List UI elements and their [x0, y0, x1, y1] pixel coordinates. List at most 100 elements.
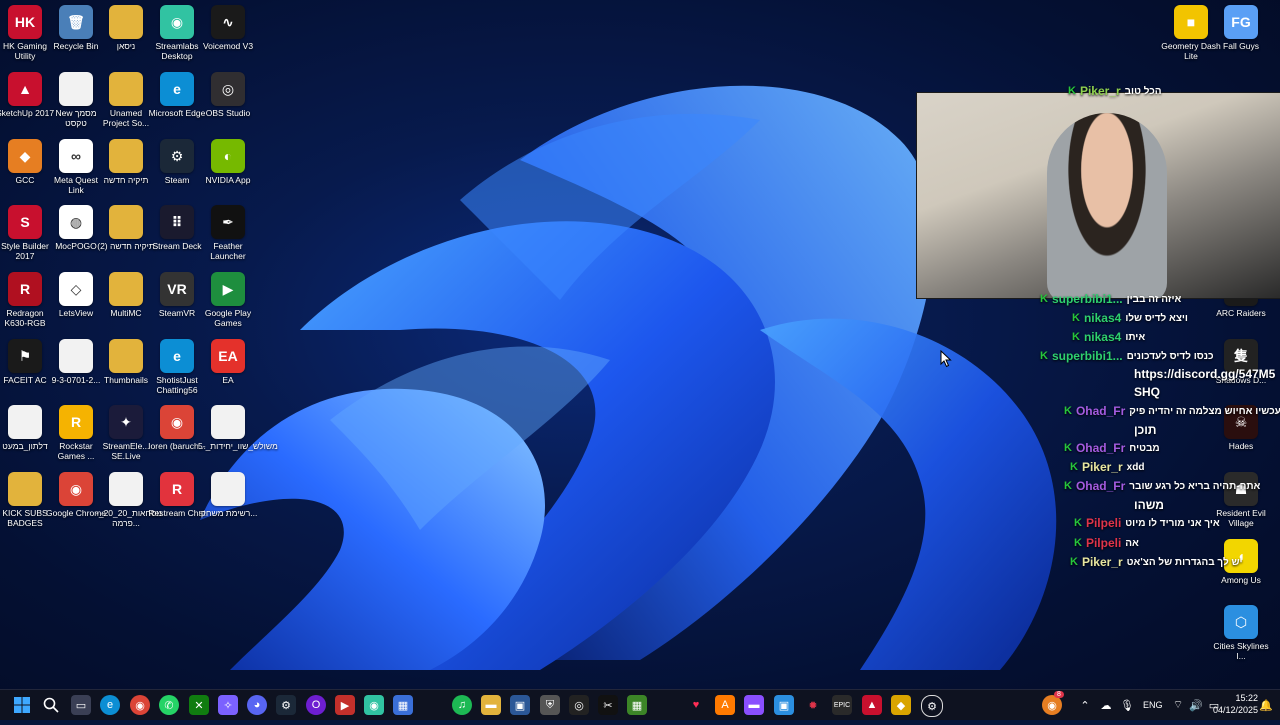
chat-username: superbibi1... — [1051, 292, 1123, 306]
desktop-icon[interactable]: ◉ Google Chrome — [46, 472, 106, 538]
desktop-icon[interactable]: ניסאן — [101, 5, 151, 71]
desktop-icon[interactable]: ✦ StreamEle... SE.Live — [101, 405, 151, 471]
desktop-icon[interactable]: ∿ Voicemod V3 — [203, 5, 253, 71]
sketchup-taskbar-icon[interactable]: ▲ — [862, 695, 882, 715]
desktop-icon[interactable]: ◖ Among Us — [1216, 539, 1266, 605]
copilot-icon[interactable]: ✧ — [218, 695, 238, 715]
chat-text: מבטיח — [1129, 442, 1160, 454]
desktop-icon[interactable]: Thumbnails — [101, 339, 151, 405]
desktop-icon[interactable]: נוסחאות_20_20_-פרמה... — [96, 472, 162, 538]
chevron-up-icon[interactable]: ⌃ — [1075, 695, 1095, 715]
desktop-icon[interactable]: ◇ LetsView — [51, 272, 101, 338]
desktop-icon[interactable]: ◆ GCC — [0, 139, 50, 205]
desktop-icon[interactable]: R Restream Chat — [148, 472, 206, 538]
notification-bell-icon[interactable]: 🔔 — [1256, 695, 1276, 715]
desktop-icon[interactable]: ◍ MocPOGO — [51, 205, 101, 271]
desktop-icon[interactable]: ▲ SketchUp 2017 — [0, 72, 54, 138]
streamlabs-taskbar-icon[interactable]: ◉ — [364, 695, 384, 715]
spotify-icon[interactable]: ♫ — [452, 695, 472, 715]
desktop-icon[interactable]: תיקיה חדשה — [101, 139, 151, 205]
desktop-icon[interactable]: KICK SUBS BADGES — [0, 472, 50, 538]
webcam-overlay — [916, 92, 1280, 299]
red-app-icon[interactable]: ✹ — [803, 695, 823, 715]
desktop-icon[interactable]: New מסמך טקסט — [51, 72, 101, 138]
search-icon[interactable] — [41, 695, 61, 715]
obs-taskbar-icon[interactable]: ◎ — [569, 695, 589, 715]
capcut-icon[interactable]: ✂ — [598, 695, 618, 715]
clock[interactable]: 15:22 04/12/2025 — [1213, 692, 1258, 716]
desktop-icon[interactable]: VR SteamVR — [152, 272, 202, 338]
desktop-icon[interactable]: e Microsoft Edge — [149, 72, 205, 138]
start-button[interactable] — [12, 695, 32, 715]
desktop-icon[interactable]: S Style Builder 2017 — [0, 205, 50, 271]
desktop-icon[interactable]: R Rockstar Games ... — [51, 405, 101, 471]
desktop-icon[interactable]: דלתון_במעט — [0, 405, 50, 471]
xbox-icon[interactable]: ✕ — [189, 695, 209, 715]
chrome-taskbar-icon[interactable]: ◉ — [130, 695, 150, 715]
desktop-icon[interactable]: ◐ NVIDIA App — [203, 139, 253, 205]
sketchup-icon: ▲ — [8, 72, 42, 106]
desktop-icon[interactable]: MultiMC — [101, 272, 151, 338]
desktop-icon[interactable]: 🗑 Recycle Bin — [51, 5, 101, 71]
app-window-icon[interactable]: ▣ — [510, 695, 530, 715]
desktop-icon[interactable]: משולש_שוו_יחידות_-5 — [198, 405, 278, 471]
desktop-icon[interactable]: ∞ Meta Quest Link — [51, 139, 101, 205]
steam-taskbar-icon[interactable]: ⚙ — [276, 695, 296, 715]
onedrive-icon[interactable]: ☁ — [1096, 695, 1116, 715]
steamvr-icon: VR — [160, 272, 194, 306]
desktop-icon[interactable]: ◉ Ioren (baruch... — [148, 405, 206, 471]
desktop-icon[interactable]: ⬡ Cities Skylines I... — [1213, 605, 1269, 671]
desktop-icon[interactable]: EA EA — [203, 339, 253, 405]
discord-icon[interactable]: ◕ — [247, 695, 267, 715]
epic-games-icon[interactable]: EPIC — [832, 695, 852, 715]
volume-icon[interactable]: 🔊 — [1186, 695, 1206, 715]
shield-app-icon[interactable]: ⛨ — [540, 695, 560, 715]
desktop-icon-label: משולש_שוו_יחידות_-5 — [198, 441, 278, 451]
taskbar: ▭ e ◉ ✆ ✕ ✧ ◕ ⚙ O ▶ ◉ ▦ ♫ ▬ ▣ ⛨ ◎ ✂ ▦ ♥ … — [0, 689, 1280, 720]
chrome-icon: ◉ — [160, 405, 194, 439]
desktop-icon[interactable]: ⚙ Steam — [152, 139, 202, 205]
purple-app-icon[interactable]: ▬ — [744, 695, 764, 715]
desktop-icon[interactable]: תיקיה חדשה (2) — [97, 205, 155, 271]
chat-text: כנסו לדיס לעדכונים — [1126, 350, 1214, 362]
task-view-icon[interactable]: ▭ — [71, 695, 91, 715]
desktop-icon[interactable]: e ShotistJust Chatting56 — [152, 339, 202, 405]
desktop-icon[interactable]: רשימת משחקי... — [199, 472, 257, 538]
desktop-icon[interactable]: ◎ OBS Studio — [203, 72, 253, 138]
microphone-icon[interactable]: 🎙 — [1117, 695, 1137, 715]
tray-app-icon[interactable]: ◉ — [1042, 695, 1062, 715]
wifi-icon[interactable]: ⌔ — [1168, 695, 1188, 715]
gold-app-icon[interactable]: ◆ — [891, 695, 911, 715]
folder-icon — [109, 5, 143, 39]
clock-date: 04/12/2025 — [1212, 705, 1258, 715]
desktop-icon[interactable]: Unamed Project So... — [101, 72, 151, 138]
chat-message: SHQ — [1134, 385, 1160, 399]
desktop-icon[interactable]: HK HK Gaming Utility — [0, 5, 50, 71]
settings-taskbar-icon[interactable]: ⚙ — [921, 695, 943, 717]
language-indicator[interactable]: ENG — [1143, 700, 1163, 710]
edge-taskbar-icon[interactable]: e — [100, 695, 120, 715]
desktop-icon[interactable]: ◉ Streamlabs Desktop — [152, 5, 202, 71]
chrome-icon: ◉ — [59, 472, 93, 506]
video-player-icon[interactable]: ▶ — [335, 695, 355, 715]
blue-window-icon[interactable]: ▣ — [774, 695, 794, 715]
cities-icon: ⬡ — [1224, 605, 1258, 639]
desktop-icon[interactable]: ⚑ FACEIT AC — [0, 339, 50, 405]
chat-message: K Ohad_Fr מבטיח — [1064, 441, 1160, 455]
file-explorer-icon[interactable]: ▬ — [481, 695, 501, 715]
store-icon[interactable]: ▦ — [393, 695, 413, 715]
meta-icon: ∞ — [59, 139, 93, 173]
desktop-icon[interactable]: 9-3-0701-2... — [51, 339, 101, 405]
minecraft-icon[interactable]: ▦ — [627, 695, 647, 715]
heart-app-icon[interactable]: ♥ — [686, 695, 706, 715]
opera-gx-icon[interactable]: O — [306, 695, 326, 715]
whatsapp-icon[interactable]: ✆ — [159, 695, 179, 715]
desktop-icon[interactable]: FG Fall Guys — [1216, 5, 1266, 71]
desktop-icon[interactable]: R Redragon K630-RGB — [0, 272, 50, 338]
desktop-icon[interactable]: ▶ Google Play Games — [203, 272, 253, 338]
desktop-icon[interactable]: ■ Geometry Dash Lite — [1161, 5, 1221, 71]
gcc-icon: ◆ — [8, 139, 42, 173]
ableton-app-icon[interactable]: A — [715, 695, 735, 715]
desktop-icon[interactable]: ⠿ Stream Deck — [152, 205, 202, 271]
desktop-icon[interactable]: ✒ Feather Launcher — [203, 205, 253, 271]
